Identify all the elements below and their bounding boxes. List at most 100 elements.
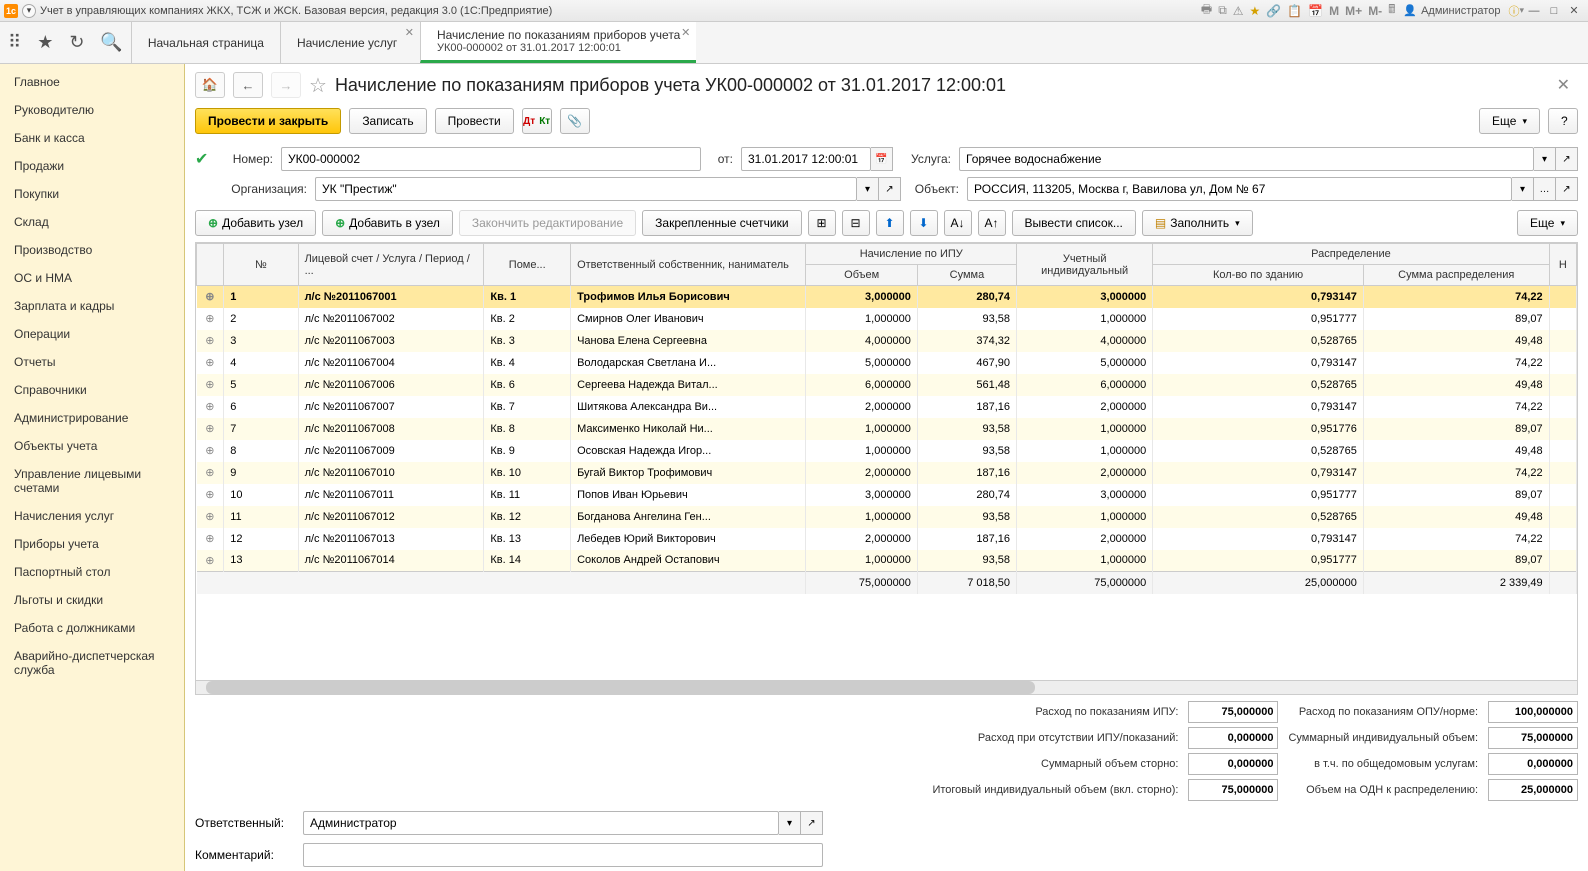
post-button[interactable]: Провести: [435, 108, 514, 134]
col-dist-sum[interactable]: Сумма распределения: [1363, 265, 1549, 286]
col-ind[interactable]: Учетный индивидуальный: [1017, 244, 1153, 286]
sidebar-item-17[interactable]: Паспортный стол: [0, 558, 184, 586]
resp-dropdown-icon[interactable]: ▾: [779, 811, 801, 835]
object-select-icon[interactable]: …: [1534, 177, 1556, 201]
minimize-button[interactable]: —: [1524, 5, 1544, 17]
tab-0[interactable]: Начальная страница: [131, 22, 280, 63]
table-row[interactable]: ⊕ 11л/с №2011067012Кв. 12Богданова Ангел…: [197, 506, 1577, 528]
comment-field[interactable]: [303, 843, 823, 867]
sidebar-item-0[interactable]: Главное: [0, 68, 184, 96]
org-dropdown-icon[interactable]: ▾: [857, 177, 879, 201]
object-field[interactable]: [967, 177, 1512, 201]
horizontal-scrollbar[interactable]: [195, 681, 1578, 695]
table-row[interactable]: ⊕ 8л/с №2011067009Кв. 9Осовская Надежда …: [197, 440, 1577, 462]
debit-credit-icon[interactable]: ДтКт: [522, 108, 552, 134]
col-ipu-sum[interactable]: Сумма: [917, 265, 1016, 286]
user-indicator[interactable]: 👤 Администратор: [1403, 4, 1500, 17]
add-node-button[interactable]: ⊕ Добавить узел: [195, 210, 316, 236]
expand-icon[interactable]: ⊕: [197, 484, 224, 506]
sidebar-item-1[interactable]: Руководителю: [0, 96, 184, 124]
expand-icon[interactable]: ⊕: [197, 440, 224, 462]
object-open-icon[interactable]: ↗: [1556, 177, 1578, 201]
post-and-close-button[interactable]: Провести и закрыть: [195, 108, 341, 134]
tab-close-icon[interactable]: ✕: [681, 26, 690, 39]
forward-button[interactable]: →: [271, 72, 301, 98]
sidebar-item-4[interactable]: Покупки: [0, 180, 184, 208]
col-owner[interactable]: Ответственный собственник, наниматель: [571, 244, 806, 286]
table-more-button[interactable]: Еще ▾: [1517, 210, 1578, 236]
sidebar-item-7[interactable]: ОС и НМА: [0, 264, 184, 292]
calc-icon[interactable]: 🖩: [1388, 0, 1395, 21]
clipboard-icon[interactable]: 📋: [1287, 4, 1302, 18]
home-button[interactable]: 🏠: [195, 72, 225, 98]
sidebar-item-18[interactable]: Льготы и скидки: [0, 586, 184, 614]
sidebar-item-20[interactable]: Аварийно-диспетчерская служба: [0, 642, 184, 684]
col-number[interactable]: №: [224, 244, 298, 286]
org-open-icon[interactable]: ↗: [879, 177, 901, 201]
expand-icon[interactable]: ⊕: [197, 286, 224, 308]
m-button[interactable]: M: [1329, 4, 1339, 18]
sidebar-item-16[interactable]: Приборы учета: [0, 530, 184, 558]
maximize-button[interactable]: □: [1544, 5, 1564, 17]
table-row[interactable]: ⊕ 2л/с №2011067002Кв. 2Смирнов Олег Иван…: [197, 308, 1577, 330]
expand-icon[interactable]: ⊕: [197, 506, 224, 528]
sidebar-item-19[interactable]: Работа с должниками: [0, 614, 184, 642]
table-row[interactable]: ⊕ 13л/с №2011067014Кв. 14Соколов Андрей …: [197, 550, 1577, 572]
service-open-icon[interactable]: ↗: [1556, 147, 1578, 171]
link-icon[interactable]: 🔗: [1266, 4, 1281, 18]
col-n[interactable]: Н: [1549, 244, 1576, 286]
move-up-icon[interactable]: ⬆: [876, 210, 904, 236]
back-button[interactable]: ←: [233, 72, 263, 98]
table-row[interactable]: ⊕ 7л/с №2011067008Кв. 8Максименко Никола…: [197, 418, 1577, 440]
expand-mode-icon[interactable]: ⊞: [808, 210, 836, 236]
collapse-mode-icon[interactable]: ⊟: [842, 210, 870, 236]
help-button[interactable]: ?: [1548, 108, 1578, 134]
more-button[interactable]: Еще ▾: [1479, 108, 1540, 134]
favorite-toggle-icon[interactable]: ☆: [309, 73, 327, 98]
tab-close-icon[interactable]: ✕: [405, 26, 414, 39]
favorite-icon[interactable]: ★: [1250, 4, 1261, 18]
star-icon[interactable]: ★: [37, 32, 53, 53]
sidebar-item-8[interactable]: Зарплата и кадры: [0, 292, 184, 320]
output-list-button[interactable]: Вывести список...: [1012, 210, 1136, 236]
m-plus-button[interactable]: M+: [1345, 4, 1362, 18]
close-button[interactable]: ✕: [1564, 4, 1584, 17]
expand-icon[interactable]: ⊕: [197, 528, 224, 550]
expand-icon[interactable]: ⊕: [197, 330, 224, 352]
table-row[interactable]: ⊕ 9л/с №2011067010Кв. 10Бугай Виктор Тро…: [197, 462, 1577, 484]
expand-icon[interactable]: ⊕: [197, 352, 224, 374]
close-document-button[interactable]: ✕: [1549, 75, 1578, 95]
resp-open-icon[interactable]: ↗: [801, 811, 823, 835]
alert-icon[interactable]: ⚠: [1233, 4, 1244, 18]
table-row[interactable]: ⊕ 12л/с №2011067013Кв. 13Лебедев Юрий Ви…: [197, 528, 1577, 550]
sidebar-item-9[interactable]: Операции: [0, 320, 184, 348]
table-row[interactable]: ⊕ 3л/с №2011067003Кв. 3Чанова Елена Серг…: [197, 330, 1577, 352]
expand-icon[interactable]: ⊕: [197, 308, 224, 330]
history-icon[interactable]: ↻: [69, 32, 84, 53]
number-field[interactable]: [281, 147, 701, 171]
tab-1[interactable]: Начисление услуг✕: [280, 22, 420, 63]
expand-icon[interactable]: ⊕: [197, 550, 224, 572]
sidebar-item-10[interactable]: Отчеты: [0, 348, 184, 376]
table-row[interactable]: ⊕ 5л/с №2011067006Кв. 6Сергеева Надежда …: [197, 374, 1577, 396]
calendar-picker-icon[interactable]: 📅: [871, 147, 893, 171]
finish-edit-button[interactable]: Закончить редактирование: [459, 210, 636, 236]
sidebar-item-14[interactable]: Управление лицевыми счетами: [0, 460, 184, 502]
service-dropdown-icon[interactable]: ▾: [1534, 147, 1556, 171]
table-row[interactable]: ⊕ 4л/с №2011067004Кв. 4Володарская Светл…: [197, 352, 1577, 374]
expand-icon[interactable]: ⊕: [197, 396, 224, 418]
search-icon[interactable]: 🔍: [100, 32, 122, 53]
print-icon[interactable]: 🖶: [1201, 0, 1212, 21]
col-dist-group[interactable]: Распределение: [1153, 244, 1549, 265]
calendar-icon[interactable]: 📅: [1308, 4, 1323, 18]
attachments-icon[interactable]: 📎: [560, 108, 590, 134]
expand-icon[interactable]: ⊕: [197, 374, 224, 396]
sidebar-item-11[interactable]: Справочники: [0, 376, 184, 404]
m-minus-button[interactable]: M-: [1368, 4, 1382, 18]
sidebar-item-2[interactable]: Банк и касса: [0, 124, 184, 152]
sort-asc-icon[interactable]: A↓: [944, 210, 972, 236]
col-ipu-vol[interactable]: Объем: [806, 265, 917, 286]
col-dist-qty[interactable]: Кол-во по зданию: [1153, 265, 1364, 286]
expand-icon[interactable]: ⊕: [197, 462, 224, 484]
table-row[interactable]: ⊕ 6л/с №2011067007Кв. 7Шитякова Александ…: [197, 396, 1577, 418]
